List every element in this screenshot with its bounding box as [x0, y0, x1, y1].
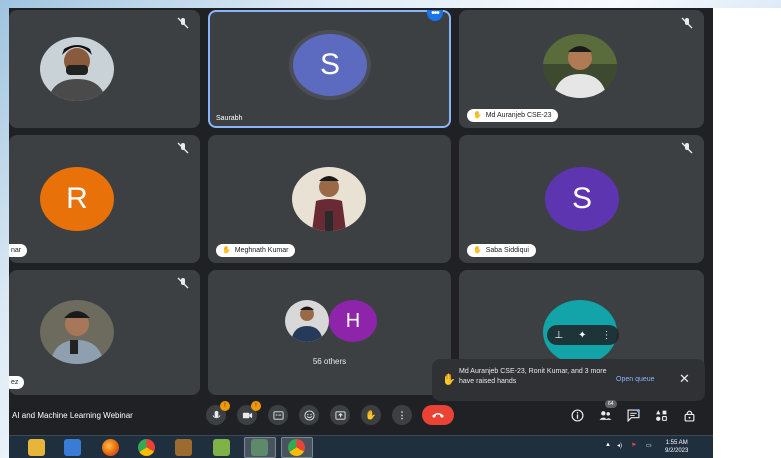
raised-hands-toast: ✋ Md Auranjeb CSE-23, Ronit Kumar, and 3… [432, 359, 705, 401]
participant-avatar: R [40, 167, 114, 231]
windows-taskbar: ▲ ◂) ⚑ ▭ 1:55 AM 9/2/2023 [9, 435, 713, 458]
chat-button[interactable] [626, 408, 640, 422]
people-button[interactable] [598, 408, 612, 422]
tray-expand-icon[interactable]: ▲ [605, 442, 611, 448]
notepad-icon[interactable] [213, 439, 230, 456]
system-clock[interactable]: 1:55 AM 9/2/2023 [665, 439, 688, 455]
participant-tile[interactable] [9, 10, 200, 128]
chrome-icon[interactable] [288, 439, 305, 456]
microphone-button[interactable]: ! [206, 401, 230, 425]
archive-icon[interactable] [175, 439, 192, 456]
emoji-reaction-button[interactable] [299, 405, 319, 425]
participant-photo [285, 300, 329, 342]
flag-icon[interactable]: ⚑ [631, 442, 636, 449]
mic-off-icon [176, 16, 190, 30]
participant-tile[interactable]: R nar [9, 135, 200, 263]
participant-tile-active[interactable]: ••• S Saurabh [208, 10, 451, 128]
camera-warning-badge: ! [251, 401, 261, 411]
participant-avatar: S [545, 167, 619, 231]
participant-photo [543, 34, 617, 98]
more-options-icon[interactable]: ••• [427, 10, 443, 21]
participant-name: Md Auranjeb CSE-23 [485, 112, 552, 119]
raised-hand-icon: ✋ [473, 112, 482, 119]
participant-photo [292, 167, 366, 231]
others-count: 56 others [312, 357, 347, 366]
effects-icon[interactable]: ✦ [578, 330, 586, 341]
participant-name: ez [11, 379, 19, 386]
avatar-initial: S [319, 48, 340, 81]
participant-avatar: H [329, 300, 377, 342]
clock-date: 9/2/2023 [665, 448, 689, 454]
network-icon[interactable]: ▭ [646, 442, 652, 449]
participant-name-pill: ez [9, 376, 25, 389]
raise-hand-button[interactable]: ✋ [361, 405, 381, 425]
participant-name: nar [11, 247, 22, 254]
participant-tile[interactable]: ez [9, 270, 200, 395]
leave-call-button[interactable] [422, 405, 454, 425]
more-options-icon[interactable]: ⋮ [601, 330, 611, 341]
camera-button[interactable]: ! [237, 401, 261, 425]
clock-time: 1:55 AM [665, 440, 688, 446]
participant-photo [40, 300, 114, 364]
participant-name: Saba Siddiqui [485, 247, 529, 254]
participant-name: Saurabh [216, 115, 243, 122]
raise-hand-icon: ✋ [365, 409, 377, 420]
mic-off-icon [680, 16, 694, 30]
close-icon[interactable]: ✕ [679, 371, 690, 387]
participant-name-pill: ✋ Saba Siddiqui [467, 244, 536, 257]
meeting-details-button[interactable] [570, 408, 584, 422]
avatar-initial: H [345, 309, 361, 332]
participant-tile[interactable]: S ✋ Saba Siddiqui [459, 135, 704, 263]
raised-hand-icon: ✋ [473, 247, 482, 254]
toast-message: Md Auranjeb CSE-23, Ronit Kumar, and 3 m… [459, 368, 607, 385]
participant-photo [40, 37, 114, 101]
captions-button[interactable] [268, 405, 288, 425]
avatar-initial: R [66, 182, 88, 215]
volume-icon[interactable]: ◂) [617, 442, 622, 449]
raised-hand-icon: ✋ [442, 374, 456, 386]
others-tile[interactable]: H 56 others [208, 270, 451, 395]
avatar-initial: S [571, 182, 592, 215]
media-player-icon[interactable] [64, 439, 81, 456]
host-controls-button[interactable] [682, 408, 696, 422]
present-screen-button[interactable] [330, 405, 350, 425]
more-vert-icon: ⋮ [397, 409, 407, 420]
mic-off-icon [680, 141, 694, 155]
participant-name: Meghnath Kumar [234, 247, 289, 254]
mic-warning-badge: ! [220, 401, 230, 411]
people-count-badge: 64 [605, 400, 617, 408]
remote-app-icon[interactable] [251, 439, 268, 456]
open-queue-button[interactable]: Open queue [616, 376, 655, 383]
firefox-icon[interactable] [102, 439, 119, 456]
participant-tile[interactable]: ✋ Md Auranjeb CSE-23 [459, 10, 704, 128]
participant-avatar: S [289, 30, 371, 100]
more-options-button[interactable]: ⋮ [392, 405, 412, 425]
meeting-title: AI and Machine Learning Webinar [12, 411, 133, 420]
file-explorer-icon[interactable] [28, 439, 45, 456]
participant-name-pill: ✋ Meghnath Kumar [216, 244, 296, 257]
participant-name-pill: ✋ Md Auranjeb CSE-23 [467, 109, 559, 122]
participant-tile[interactable]: ✋ Meghnath Kumar [208, 135, 451, 263]
chrome-icon[interactable] [138, 439, 155, 456]
mic-off-icon [176, 276, 190, 290]
mic-off-icon [176, 141, 190, 155]
meet-window: ••• S Saurabh ✋ Md Auranjeb CSE-23 R nar [9, 8, 713, 435]
activities-button[interactable] [654, 408, 668, 422]
raised-hand-icon: ✋ [222, 247, 231, 254]
participant-name-pill: nar [9, 244, 28, 257]
side-white-panel [713, 8, 781, 458]
pin-icon[interactable]: ⊥ [554, 330, 563, 341]
tile-hover-controls: ⊥ ✦ ⋮ [547, 325, 619, 345]
